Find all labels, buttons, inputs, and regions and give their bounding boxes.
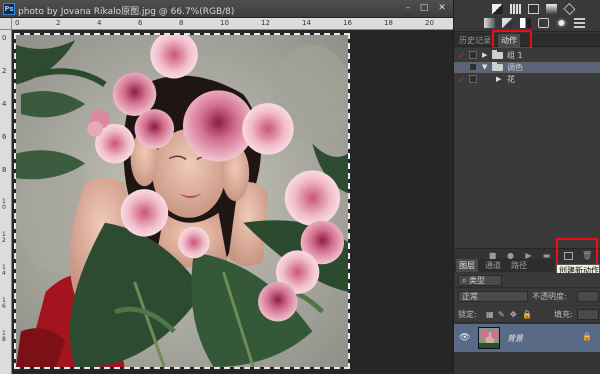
close-button[interactable]: ✕ [436,3,448,14]
ruler-number: 18 [384,19,393,27]
ruler-number: 6 [2,133,7,141]
collapse-arrow-icon[interactable]: ▼ [482,62,487,73]
layers-panel-tabs: 图层 通道 路径 [454,259,554,272]
photo-canvas[interactable] [14,33,350,369]
opacity-label: 不透明度: [532,292,567,301]
blend-mode-select[interactable]: 正常 [458,291,528,302]
ruler-number: 1 6 [2,297,6,310]
lock-move-icon[interactable]: ✥ [510,309,517,320]
ruler-number: 0 [15,19,20,27]
lock-icon: 🔒 [582,332,592,341]
ruler-number: 8 [2,166,7,174]
filter-kind-label: 类型 [469,276,486,285]
lock-transparency-icon[interactable]: ▦ [486,309,494,320]
action-row[interactable]: ✓ ▶ 花 [454,74,600,85]
ruler-number: 10 [220,19,229,27]
action-set-label: 组 1 [507,51,523,60]
expand-arrow-icon[interactable]: ▶ [482,50,487,61]
ruler-number: 1 2 [2,231,6,244]
color-balance-icon[interactable] [502,18,513,28]
portrait-photo-with-peonies [16,35,348,367]
document-title: photo by Jovana Rikalo原图.jpg @ 66.7%(RGB… [18,7,235,17]
adjustments-panel [454,0,600,32]
fill-label: 填充: [554,310,573,319]
ruler-number: 1 8 [2,330,6,343]
black-white-icon[interactable] [520,18,531,28]
checkmark-icon[interactable]: ✓ [458,51,467,60]
action-set-row[interactable]: ✓ ▶ 组 1 [454,50,600,61]
action-set-label: 调色 [507,63,523,72]
brightness-contrast-icon[interactable] [492,4,503,14]
lock-all-icon[interactable]: 🔒 [522,309,532,320]
ruler-number: 0 [2,34,7,42]
opacity-input[interactable] [577,291,599,302]
ruler-number: 12 [261,19,270,27]
ruler-number: 1 4 [2,264,6,277]
levels-icon[interactable] [510,4,521,14]
tab-channels[interactable]: 通道 [482,259,504,272]
layer-name[interactable]: 背景 [507,333,523,344]
panels-dock: 历史记录 动作 ✓ ▶ 组 1 ✓ ▼ 调色 ✓ ▶ 花 ■ ● ▶ ▬ 🗑 图… [453,0,600,374]
tab-history[interactable]: 历史记录 [456,34,494,47]
ruler-number: 2 [2,67,7,75]
vertical-ruler[interactable]: 0 2 4 6 8 1 0 1 2 1 4 1 6 1 8 [0,30,12,374]
checkmark-icon[interactable]: ✓ [458,75,467,84]
dialog-toggle[interactable] [469,51,477,59]
maximize-button[interactable]: □ [418,3,430,14]
ruler-number: 8 [179,19,184,27]
actions-list: ✓ ▶ 组 1 ✓ ▼ 调色 ✓ ▶ 花 [454,48,600,248]
dialog-toggle[interactable] [469,63,477,71]
ruler-number: 4 [97,19,102,27]
lock-label: 锁定: [458,310,477,319]
eye-visibility-icon[interactable]: 👁 [459,333,470,343]
tab-paths[interactable]: 路径 [508,259,530,272]
search-icon: ⌕ [462,276,470,285]
lock-fill-row: 锁定: ▦ ✎ ✥ 🔒 填充: [454,306,600,323]
ruler-number: 2 [56,19,61,27]
expand-arrow-icon[interactable]: ▶ [496,74,501,85]
tab-layers[interactable]: 图层 [456,259,478,272]
color-lookup-icon[interactable] [574,18,585,28]
layers-panel-footer [454,352,600,374]
document-title-bar[interactable]: Ps photo by Jovana Rikalo原图.jpg @ 66.7%(… [0,0,453,18]
dialog-toggle[interactable] [469,75,477,83]
action-label: 花 [507,75,515,84]
ruler-number: 1 0 [2,198,6,211]
folder-icon [492,50,503,59]
layer-filter-bar: ⌕ 类型 [454,273,600,288]
blend-opacity-row: 正常 不透明度: [454,289,600,305]
filter-kind-select[interactable]: ⌕ 类型 [458,275,502,286]
layer-thumbnail [478,327,500,349]
layer-row-background[interactable]: 👁 背景 🔒 [454,324,600,352]
highlight-box-actions-tab [492,30,532,49]
photo-filter-icon[interactable] [538,18,549,28]
horizontal-ruler[interactable]: 0 2 4 6 8 10 12 14 16 18 20 [12,18,453,30]
ruler-number: 14 [302,19,311,27]
ruler-number: 6 [138,19,143,27]
vibrance-icon[interactable] [563,3,576,15]
exposure-icon[interactable] [546,4,557,14]
folder-icon [492,62,503,71]
ruler-number: 20 [425,19,434,27]
channel-mixer-icon[interactable] [556,18,567,28]
minimize-button[interactable]: – [402,3,414,14]
ruler-number: 4 [2,100,7,108]
ruler-origin[interactable] [0,18,12,30]
fill-input[interactable] [577,309,599,320]
action-set-row-selected[interactable]: ✓ ▼ 调色 [454,62,600,73]
checkmark-icon[interactable]: ✓ [458,63,467,72]
lock-brush-icon[interactable]: ✎ [498,309,505,320]
ruler-number: 16 [343,19,352,27]
curves-icon[interactable] [528,4,539,14]
photoshop-app-icon: Ps [3,3,15,15]
document-window: Ps photo by Jovana Rikalo原图.jpg @ 66.7%(… [0,0,453,374]
hue-saturation-icon[interactable] [484,18,495,28]
